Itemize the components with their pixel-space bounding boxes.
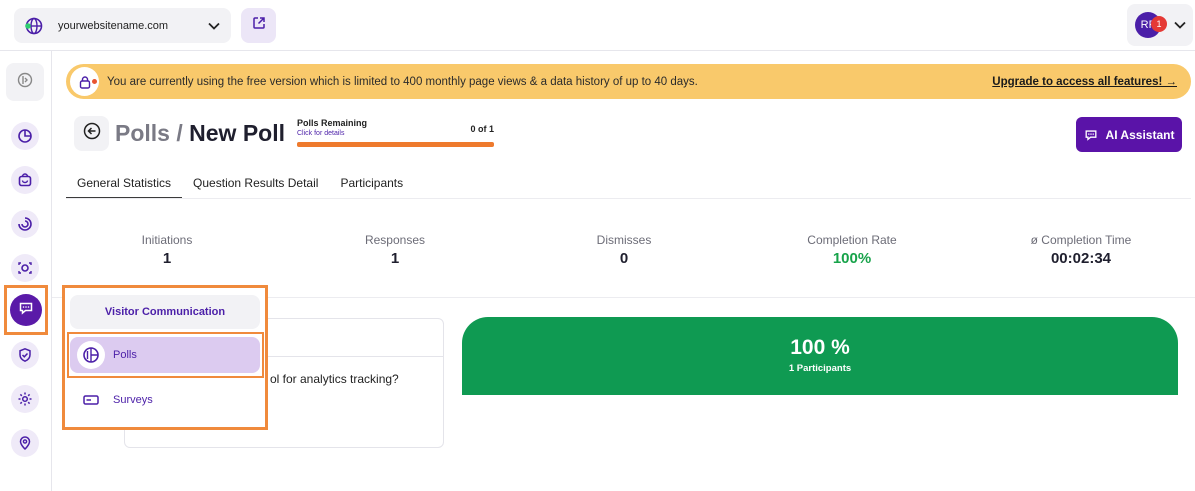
stat-label: Completion Rate [807, 233, 897, 247]
chevron-down-icon [207, 19, 221, 33]
stat-value: 1 [390, 250, 400, 267]
banner-text: You are currently using the free version… [107, 75, 698, 88]
chat-icon [1084, 128, 1098, 142]
external-link-icon [252, 16, 266, 35]
stat-completion-time: ø Completion Time 00:02:34 [981, 233, 1181, 267]
stat-value: 00:02:34 [1050, 250, 1112, 267]
gear-icon [11, 385, 39, 413]
polls-details-link[interactable]: Click for details [297, 130, 494, 137]
result-bar: 100 % 1 Participants [462, 317, 1178, 395]
stat-dismisses: Dismisses 0 [524, 233, 724, 267]
sidebar-item-visitor-communication[interactable] [10, 294, 42, 326]
result-percent: 100 % [790, 336, 850, 359]
free-version-banner: You are currently using the free version… [66, 64, 1191, 99]
user-menu[interactable]: RF 1 [1127, 4, 1193, 46]
funnel-icon [11, 210, 39, 238]
menu-heading: Visitor Communication [70, 295, 260, 329]
website-name: yourwebsitename.com [58, 19, 169, 32]
eye-icon [11, 254, 39, 282]
breadcrumb-polls[interactable]: Polls [115, 120, 170, 146]
arrow-left-icon [83, 122, 101, 145]
shield-icon [11, 341, 39, 369]
lock-icon [70, 67, 99, 96]
sidebar-item-recordings[interactable] [6, 249, 44, 287]
stat-initiations: Initiations 1 [67, 233, 267, 267]
polls-remaining-bar-fill [297, 142, 494, 147]
stat-value: 100% [832, 250, 872, 267]
sidebar-item-funnels[interactable] [6, 205, 44, 243]
back-button[interactable] [74, 116, 109, 151]
sidebar-item-ecommerce[interactable] [6, 161, 44, 199]
tab-participants[interactable]: Participants [329, 168, 414, 199]
breadcrumb-separator: / [169, 120, 190, 146]
question-text: ol for analytics tracking? [270, 372, 399, 386]
polls-remaining[interactable]: Polls Remaining 0 of 1 Click for details [297, 118, 494, 147]
sidebar-item-location[interactable] [6, 424, 44, 462]
website-selector[interactable]: yourwebsitename.com [14, 8, 231, 43]
result-participants: 1 Participants [788, 363, 852, 374]
breadcrumb-current: New Poll [189, 120, 285, 146]
tab-general-statistics[interactable]: General Statistics [66, 168, 183, 199]
menu-item-surveys[interactable]: Surveys [70, 382, 260, 418]
stat-label: Responses [364, 233, 426, 247]
surveys-icon [77, 386, 105, 414]
polls-remaining-label: Polls Remaining [297, 118, 368, 128]
globe-icon [24, 16, 44, 36]
top-bar: yourwebsitename.com RF 1 [0, 0, 1195, 51]
stat-label: ø Completion Time [1030, 233, 1132, 247]
polls-remaining-bar [297, 142, 494, 147]
sidebar-collapse-button[interactable] [6, 63, 44, 101]
notification-badge: 1 [1151, 16, 1167, 32]
dashboard-icon [11, 122, 39, 150]
open-website-button[interactable] [241, 8, 276, 43]
stat-label: Dismisses [596, 233, 652, 247]
tab-divider [66, 198, 1191, 199]
stat-label: Initiations [141, 233, 193, 247]
menu-item-label: Surveys [113, 394, 153, 406]
stat-completion-rate: Completion Rate 100% [752, 233, 952, 267]
sidebar-item-settings[interactable] [6, 380, 44, 418]
selection-highlight-frame [67, 332, 264, 378]
sidebar-item-dashboard[interactable] [6, 117, 44, 155]
ai-assistant-label: AI Assistant [1105, 127, 1175, 142]
tab-question-results-detail[interactable]: Question Results Detail [182, 168, 329, 199]
stat-value: 1 [162, 250, 172, 267]
shopping-bag-icon [11, 166, 39, 194]
chevron-down-icon [1173, 18, 1187, 32]
location-icon [11, 429, 39, 457]
chat-icon [18, 300, 34, 321]
polls-remaining-count: 0 of 1 [470, 124, 494, 134]
sidebar-item-privacy[interactable] [6, 336, 44, 374]
sidebar [0, 51, 52, 491]
ai-assistant-button[interactable]: AI Assistant [1076, 117, 1182, 152]
upgrade-link[interactable]: Upgrade to access all features! → [992, 76, 1177, 88]
stat-responses: Responses 1 [295, 233, 495, 267]
collapse-icon [17, 72, 33, 93]
tab-bar: General Statistics Question Results Deta… [66, 168, 414, 199]
page-title: Polls / New Poll [115, 120, 285, 147]
stat-value: 0 [619, 250, 629, 267]
